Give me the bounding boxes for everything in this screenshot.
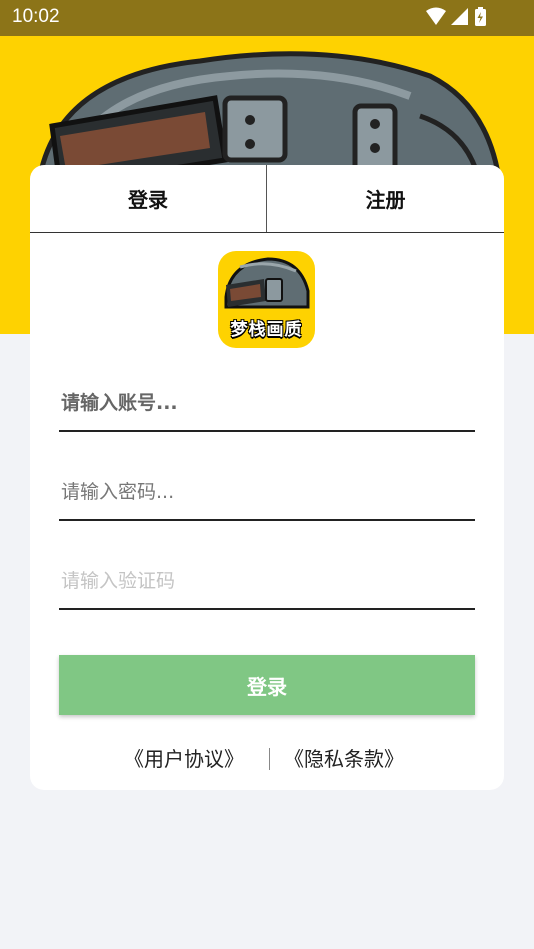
privacy-policy-link[interactable]: 《隐私条款》 xyxy=(284,743,404,772)
tab-login[interactable]: 登录 xyxy=(30,165,267,232)
cellular-signal-icon xyxy=(451,8,468,25)
login-button[interactable]: 登录 xyxy=(59,655,475,715)
app-logo: 梦栈画质 xyxy=(218,251,315,348)
status-icons xyxy=(426,7,486,26)
battery-charging-icon xyxy=(475,7,486,26)
user-agreement-link[interactable]: 《用户协议》 xyxy=(124,743,244,772)
login-card: 登录 注册 梦栈画质 登录 《用户协议》 《隐私条款》 xyxy=(30,165,504,790)
agreements: 《用户协议》 《隐私条款》 xyxy=(30,743,504,775)
captcha-input[interactable] xyxy=(59,554,475,610)
auth-tabs: 登录 注册 xyxy=(30,165,504,233)
wifi-icon xyxy=(426,7,446,25)
tab-register[interactable]: 注册 xyxy=(267,165,504,232)
status-time: 10:02 xyxy=(12,6,60,27)
password-input[interactable] xyxy=(59,465,475,521)
status-bar: 10:02 xyxy=(0,0,534,36)
agreement-divider xyxy=(269,748,270,770)
account-input[interactable] xyxy=(59,376,475,432)
logo-text: 梦栈画质 xyxy=(230,320,303,340)
